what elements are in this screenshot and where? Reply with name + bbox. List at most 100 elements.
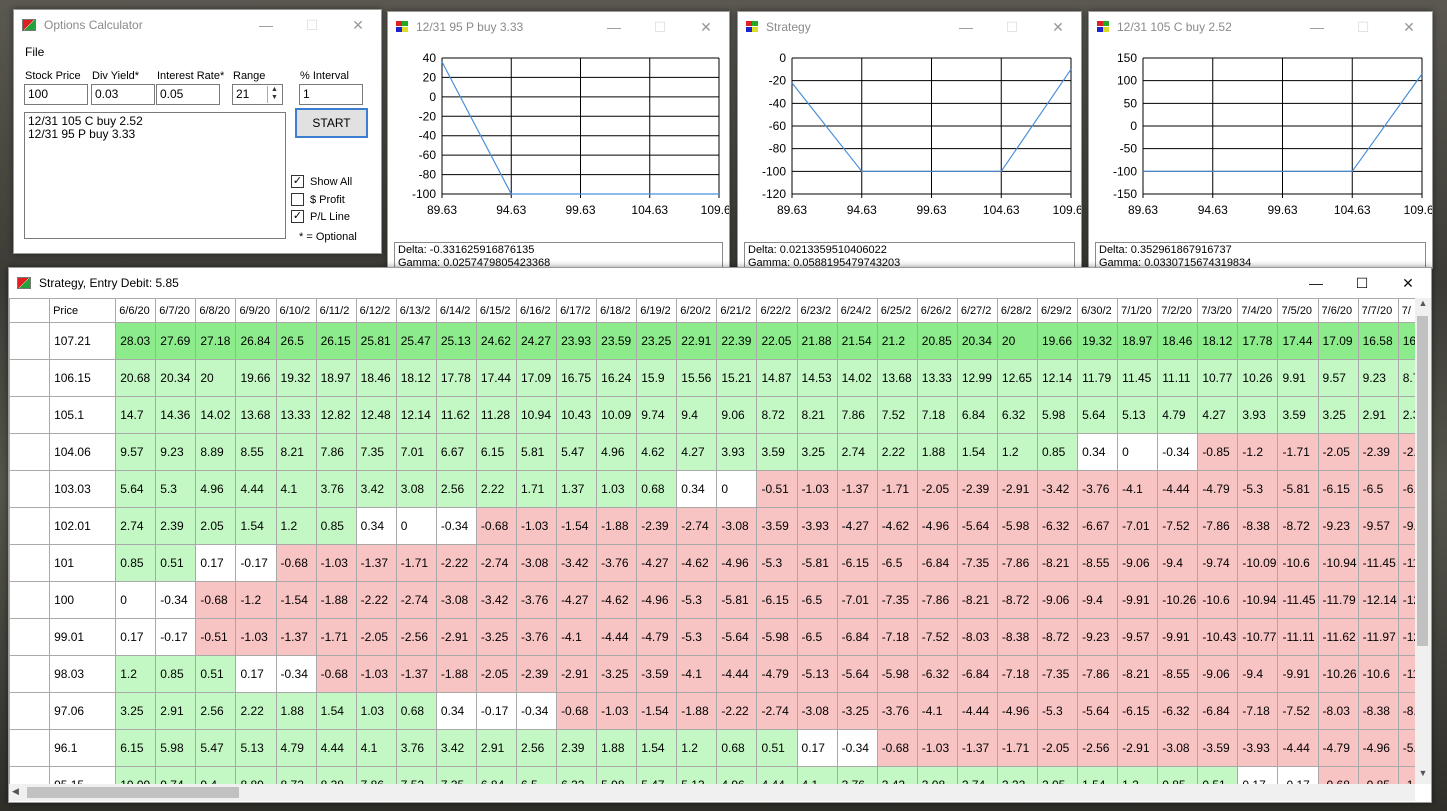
pl-cell[interactable]: -0.34 — [1157, 433, 1199, 471]
list-item[interactable]: 12/31 95 P buy 3.33 — [28, 128, 282, 141]
pl-cell[interactable]: -2.22 — [716, 692, 758, 730]
pl-cell[interactable]: 9.23 — [155, 433, 197, 471]
column-header[interactable]: 6/6/20 — [115, 298, 157, 323]
pl-cell[interactable]: 7.86 — [315, 433, 357, 471]
maximize-icon[interactable]: ☐ — [289, 10, 335, 40]
row-header[interactable] — [9, 359, 51, 397]
pl-cell[interactable]: 17.44 — [475, 359, 517, 397]
pl-cell[interactable]: -6.8 — [1397, 470, 1415, 508]
pl-cell[interactable]: 0.17 — [115, 618, 157, 656]
pl-cell[interactable]: 2.05 — [195, 507, 237, 545]
pl-cell[interactable]: -12 — [1397, 581, 1415, 619]
pl-cell[interactable]: 7.86 — [355, 766, 397, 784]
pl-cell[interactable]: -3.76 — [876, 692, 918, 730]
pl-cell[interactable]: -0.51 — [195, 618, 237, 656]
pl-cell[interactable]: -0.17 — [1277, 766, 1319, 784]
pl-cell[interactable]: -6.15 — [1117, 692, 1159, 730]
pl-cell[interactable]: 5.98 — [596, 766, 638, 784]
pl-cell[interactable]: 14.87 — [756, 359, 798, 397]
pl-cell[interactable]: 26.15 — [315, 322, 357, 360]
pl-cell[interactable]: -3.42 — [1036, 470, 1079, 508]
column-header[interactable]: Price — [49, 298, 117, 323]
pl-cell[interactable]: 14.36 — [155, 396, 197, 434]
pl-cell[interactable]: -4.79 — [636, 618, 678, 656]
pl-cell[interactable]: -1.71 — [996, 729, 1039, 767]
pl-cell[interactable]: -9.74 — [1197, 544, 1239, 582]
pl-cell[interactable]: -4.44 — [716, 655, 758, 693]
pl-cell[interactable]: -4.62 — [676, 544, 718, 582]
pl-cell[interactable]: -0.68 — [475, 507, 517, 545]
pl-cell[interactable]: 1.88 — [596, 729, 638, 767]
pl-cell[interactable]: 9.74 — [155, 766, 197, 784]
profit-checkbox[interactable]: $ Profit — [291, 193, 345, 206]
pl-cell[interactable]: -9.4 — [1157, 544, 1199, 582]
column-header[interactable]: 7/7/20 — [1357, 298, 1399, 323]
pl-cell[interactable]: 4.79 — [1157, 396, 1199, 434]
pl-cell[interactable]: 5.13 — [1117, 396, 1159, 434]
pl-cell[interactable]: 1.88 — [275, 692, 317, 730]
column-header[interactable]: 6/20/2 — [676, 298, 718, 323]
pl-cell[interactable]: -9.4 — [1077, 581, 1119, 619]
pl-cell[interactable]: -4.27 — [636, 544, 678, 582]
pl-cell[interactable]: 9.06 — [716, 396, 758, 434]
pl-cell[interactable]: 4.44 — [315, 729, 357, 767]
pl-line-checkbox[interactable]: ✓ P/L Line — [291, 210, 350, 223]
pl-cell[interactable]: -8.38 — [1357, 692, 1399, 730]
column-header[interactable]: 6/10/2 — [275, 298, 317, 323]
scrollbar-thumb[interactable] — [1417, 316, 1428, 646]
column-header[interactable]: 6/27/2 — [956, 298, 998, 323]
pl-cell[interactable]: -8.72 — [1036, 618, 1079, 656]
pl-cell[interactable]: 20.34 — [956, 322, 998, 360]
pl-cell[interactable]: -1.71 — [876, 470, 918, 508]
pl-cell[interactable]: -12 — [1397, 618, 1415, 656]
pl-cell[interactable]: 2.22 — [876, 433, 918, 471]
pl-cell[interactable]: 27.18 — [195, 322, 237, 360]
pl-cell[interactable]: 0.51 — [1197, 766, 1239, 784]
vertical-scrollbar[interactable]: ▲ ▼ — [1415, 298, 1431, 784]
pl-cell[interactable]: 3.59 — [756, 433, 798, 471]
pl-cell[interactable]: -2.91 — [1117, 729, 1159, 767]
menu-file[interactable]: File — [25, 45, 44, 59]
pl-cell[interactable]: 23.93 — [556, 322, 598, 360]
pl-cell[interactable]: -8.03 — [1317, 692, 1359, 730]
pl-cell[interactable]: 1.37 — [556, 470, 598, 508]
pl-cell[interactable]: -5.4 — [1397, 729, 1415, 767]
pl-cell[interactable]: 2.56 — [515, 729, 558, 767]
pl-cell[interactable]: 1.2 — [275, 507, 317, 545]
pl-cell[interactable]: 12.65 — [996, 359, 1039, 397]
pl-cell[interactable]: -6.67 — [1077, 507, 1119, 545]
pl-cell[interactable]: -4.62 — [596, 581, 638, 619]
pl-cell[interactable]: -1.03 — [315, 544, 357, 582]
row-header[interactable] — [9, 655, 51, 693]
pl-cell[interactable]: 0.17 — [1237, 766, 1279, 784]
show-all-checkbox[interactable]: ✓ Show All — [291, 175, 352, 188]
pl-cell[interactable]: -5.64 — [1077, 692, 1119, 730]
pl-cell[interactable]: -1.2 — [235, 581, 277, 619]
pl-cell[interactable]: -11.62 — [1317, 618, 1359, 656]
row-header[interactable] — [9, 433, 51, 471]
pl-cell[interactable]: 9.57 — [115, 433, 157, 471]
pl-cell[interactable]: -2.05 — [1036, 729, 1079, 767]
pl-cell[interactable]: -11.79 — [1317, 581, 1359, 619]
pl-cell[interactable]: 10.43 — [556, 396, 598, 434]
pl-cell[interactable]: 3.76 — [836, 766, 878, 784]
pl-cell[interactable]: 7.18 — [916, 396, 958, 434]
pl-cell[interactable]: -1.03 — [235, 618, 277, 656]
pl-cell[interactable]: 17.09 — [1317, 322, 1359, 360]
pl-cell[interactable]: 20.85 — [916, 322, 958, 360]
pl-cell[interactable]: -1.03 — [596, 692, 638, 730]
pl-cell[interactable]: 14.02 — [195, 396, 237, 434]
column-header[interactable]: 6/9/20 — [235, 298, 277, 323]
pl-cell[interactable]: -3.08 — [435, 581, 477, 619]
pl-cell[interactable]: -3.76 — [515, 618, 558, 656]
pl-cell[interactable]: 2.22 — [235, 692, 277, 730]
price-cell[interactable]: 97.06 — [49, 692, 117, 730]
pl-cell[interactable]: 6.32 — [556, 766, 598, 784]
pl-cell[interactable]: 12.82 — [315, 396, 357, 434]
pl-cell[interactable]: -2.22 — [435, 544, 477, 582]
pl-cell[interactable]: 21.88 — [796, 322, 838, 360]
pl-cell[interactable]: -2.91 — [996, 470, 1039, 508]
pl-cell[interactable]: 12.48 — [355, 396, 397, 434]
pl-cell[interactable]: -5.64 — [716, 618, 758, 656]
pl-cell[interactable]: 26.84 — [235, 322, 277, 360]
